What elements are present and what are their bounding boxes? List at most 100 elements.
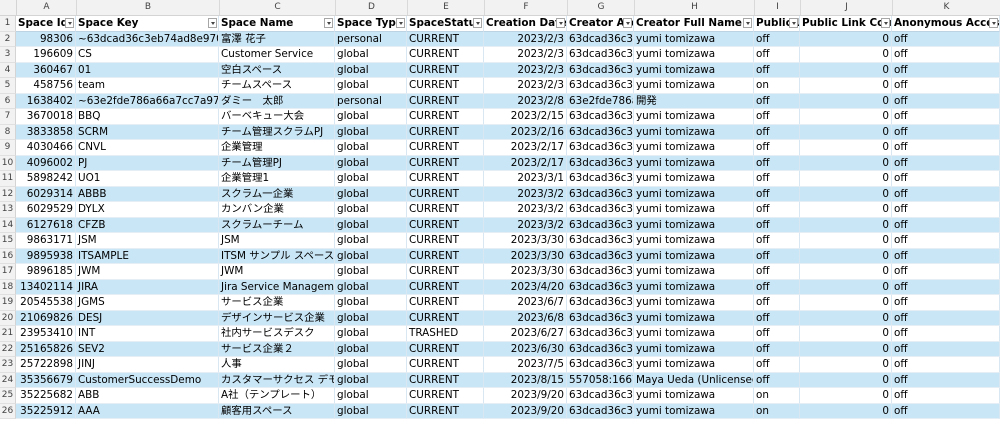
table-cell[interactable]: ABB [76, 388, 219, 404]
table-cell[interactable]: サービス企業 [219, 295, 335, 311]
table-cell[interactable]: off [892, 357, 1000, 373]
table-cell[interactable]: global [335, 62, 407, 78]
row-number[interactable]: 25 [0, 388, 16, 404]
table-cell[interactable]: 2023/3/2 [484, 186, 567, 202]
table-cell[interactable]: yumi tomizawa [634, 109, 754, 125]
table-cell[interactable]: off [892, 310, 1000, 326]
row-number[interactable]: 15 [0, 233, 16, 249]
table-cell[interactable]: CURRENT [407, 233, 484, 249]
table-cell[interactable]: 63dcad36c3eb7 [567, 388, 634, 404]
table-cell[interactable]: 2023/3/2 [484, 217, 567, 233]
row-number[interactable]: 10 [0, 155, 16, 171]
table-cell[interactable]: 社内サービスデスク [219, 326, 335, 342]
table-cell[interactable]: off [754, 186, 800, 202]
table-cell[interactable]: 360467 [16, 62, 76, 78]
table-cell[interactable]: on [754, 388, 800, 404]
table-cell[interactable]: global [335, 171, 407, 187]
table-cell[interactable]: off [892, 31, 1000, 47]
table-cell[interactable]: global [335, 264, 407, 280]
table-cell[interactable]: UO1 [76, 171, 219, 187]
table-cell[interactable]: 2023/2/3 [484, 78, 567, 94]
table-cell[interactable]: off [892, 124, 1000, 140]
table-cell[interactable]: off [892, 47, 1000, 63]
table-cell[interactable]: off [754, 202, 800, 218]
table-cell[interactable]: global [335, 372, 407, 388]
row-number[interactable]: 5 [0, 78, 16, 94]
table-cell[interactable]: 0 [800, 217, 892, 233]
row-number[interactable]: 14 [0, 217, 16, 233]
table-cell[interactable]: off [754, 295, 800, 311]
table-cell[interactable]: off [892, 248, 1000, 264]
table-cell[interactable]: 13402114 [16, 279, 76, 295]
table-cell[interactable]: 富澤 花子 [219, 31, 335, 47]
table-cell[interactable]: 2023/6/8 [484, 310, 567, 326]
table-cell[interactable]: 2023/2/3 [484, 31, 567, 47]
table-cell[interactable]: off [892, 186, 1000, 202]
table-cell[interactable]: 63dcad36c3eb7 [567, 202, 634, 218]
table-cell[interactable]: 2023/9/20 [484, 388, 567, 404]
table-cell[interactable]: A社（テンプレート） [219, 388, 335, 404]
table-cell[interactable]: CURRENT [407, 202, 484, 218]
table-cell[interactable]: 25722898 [16, 357, 76, 373]
column-header[interactable]: K [893, 0, 1000, 15]
table-cell[interactable]: バーベキュー大会 [219, 109, 335, 125]
header-cell-creator-full-name[interactable]: Creator Full Name [634, 16, 754, 32]
table-cell[interactable]: off [892, 140, 1000, 156]
table-cell[interactable]: 9896185 [16, 264, 76, 280]
table-cell[interactable]: global [335, 341, 407, 357]
filter-dropdown-icon[interactable] [743, 18, 752, 28]
table-cell[interactable]: 2023/3/30 [484, 233, 567, 249]
row-number[interactable]: 1 [0, 16, 16, 32]
row-number[interactable]: 6 [0, 93, 16, 109]
header-cell-space-type[interactable]: Space Type [335, 16, 407, 32]
table-cell[interactable]: 63dcad36c3eb7 [567, 186, 634, 202]
table-cell[interactable]: 2023/2/8 [484, 93, 567, 109]
table-cell[interactable]: off [754, 217, 800, 233]
row-number[interactable]: 11 [0, 171, 16, 187]
table-cell[interactable]: off [892, 93, 1000, 109]
table-cell[interactable]: 63dcad36c3eb7 [567, 124, 634, 140]
table-cell[interactable]: yumi tomizawa [634, 279, 754, 295]
table-cell[interactable]: 空白スペース [219, 62, 335, 78]
table-cell[interactable]: off [892, 202, 1000, 218]
table-cell[interactable]: off [892, 264, 1000, 280]
table-cell[interactable]: スクラム一企業 [219, 186, 335, 202]
table-cell[interactable]: 0 [800, 202, 892, 218]
row-number[interactable]: 3 [0, 47, 16, 63]
table-cell[interactable]: CURRENT [407, 109, 484, 125]
table-cell[interactable]: off [754, 47, 800, 63]
table-cell[interactable]: 0 [800, 140, 892, 156]
table-cell[interactable]: 63dcad36c3eb7 [567, 47, 634, 63]
table-cell[interactable]: global [335, 233, 407, 249]
table-cell[interactable]: CURRENT [407, 47, 484, 63]
table-cell[interactable]: off [754, 109, 800, 125]
table-cell[interactable]: 458756 [16, 78, 76, 94]
table-cell[interactable]: 63dcad36c3eb7 [567, 248, 634, 264]
row-number[interactable]: 23 [0, 357, 16, 373]
table-cell[interactable]: 0 [800, 171, 892, 187]
table-cell[interactable]: JWM [219, 264, 335, 280]
table-cell[interactable]: off [754, 326, 800, 342]
table-cell[interactable]: 63dcad36c3eb7 [567, 155, 634, 171]
table-cell[interactable]: CURRENT [407, 403, 484, 419]
table-cell[interactable]: 0 [800, 31, 892, 47]
table-cell[interactable]: 0 [800, 388, 892, 404]
table-cell[interactable]: Jira Service Management [219, 279, 335, 295]
table-cell[interactable]: CS [76, 47, 219, 63]
table-cell[interactable]: 4030466 [16, 140, 76, 156]
row-number[interactable]: 9 [0, 140, 16, 156]
table-cell[interactable]: CNVL [76, 140, 219, 156]
table-cell[interactable]: 2023/7/5 [484, 357, 567, 373]
table-cell[interactable]: ITSAMPLE [76, 248, 219, 264]
table-cell[interactable]: JIRA [76, 279, 219, 295]
table-cell[interactable]: 63dcad36c3eb7 [567, 62, 634, 78]
table-cell[interactable]: 35225912 [16, 403, 76, 419]
table-cell[interactable]: off [754, 341, 800, 357]
table-cell[interactable]: off [892, 279, 1000, 295]
table-cell[interactable]: off [754, 31, 800, 47]
table-cell[interactable]: yumi tomizawa [634, 248, 754, 264]
table-cell[interactable]: JWM [76, 264, 219, 280]
table-cell[interactable]: CURRENT [407, 341, 484, 357]
table-cell[interactable]: 2023/2/15 [484, 109, 567, 125]
table-cell[interactable]: yumi tomizawa [634, 124, 754, 140]
